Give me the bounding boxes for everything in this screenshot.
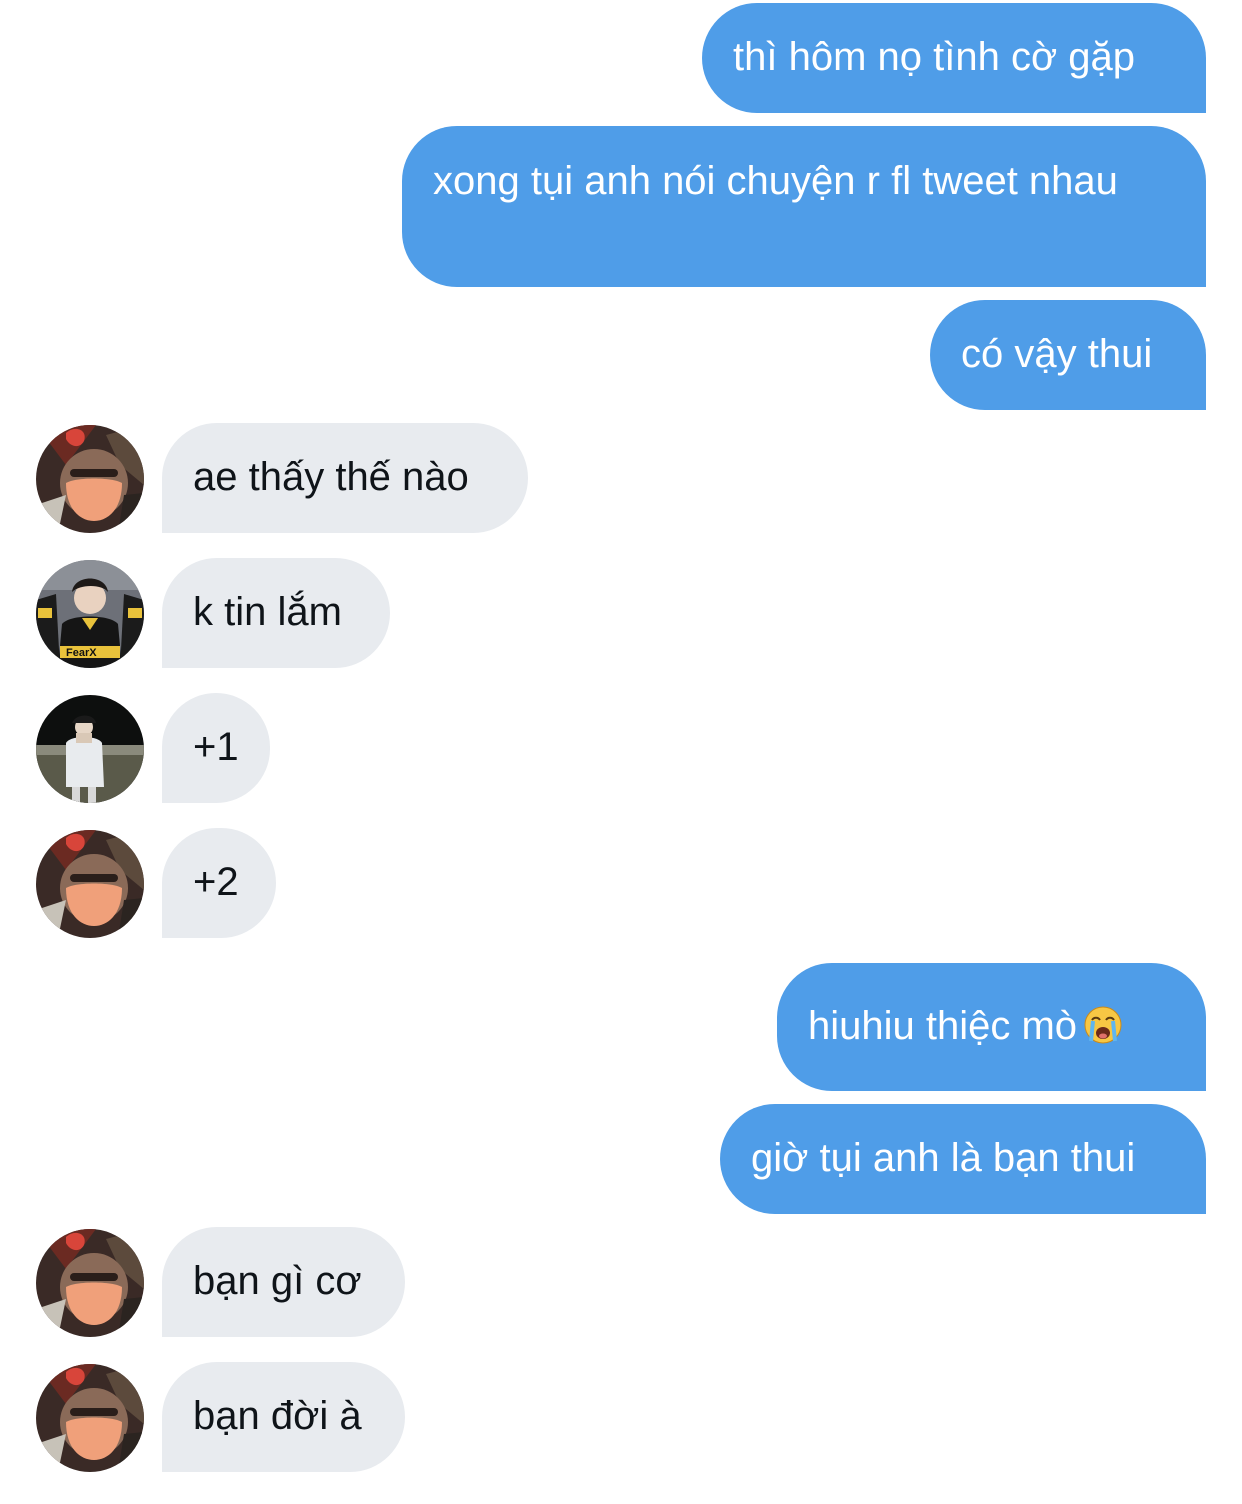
avatar-masked-user[interactable] (36, 1364, 144, 1472)
avatar-masked-user[interactable] (36, 1229, 144, 1337)
message-bubble-outgoing[interactable]: thì hôm nọ tình cờ gặp (702, 3, 1206, 113)
avatar-masked-user-image (36, 1229, 144, 1337)
avatar-fearx-user-image: FearX (36, 560, 144, 668)
avatar-masked-user[interactable] (36, 830, 144, 938)
message-bubble-outgoing[interactable]: giờ tụi anh là bạn thui (720, 1104, 1206, 1214)
avatar-fearx-user[interactable]: FearX (36, 560, 144, 668)
message-text: +2 (193, 860, 239, 904)
message-bubble-incoming[interactable]: k tin lắm (162, 558, 390, 668)
avatar-masked-user-image (36, 425, 144, 533)
message-text: +1 (193, 725, 239, 769)
message-text: có vậy thui (961, 332, 1153, 376)
message-text: hiuhiu thiệc mò (808, 1004, 1078, 1048)
message-bubble-incoming[interactable]: ae thấy thế nào (162, 423, 528, 533)
message-bubble-outgoing[interactable]: hiuhiu thiệc mò (777, 963, 1206, 1091)
loudly-crying-face-emoji (1083, 1005, 1123, 1045)
message-bubble-incoming[interactable]: bạn gì cơ (162, 1227, 405, 1337)
message-text: bạn đời à (193, 1394, 362, 1438)
avatar-night-user-image (36, 695, 144, 803)
avatar-night-user[interactable] (36, 695, 144, 803)
avatar-masked-user-image (36, 830, 144, 938)
avatar-masked-user-image (36, 1364, 144, 1472)
message-bubble-outgoing[interactable]: xong tụi anh nói chuyện r fl tweet nhau (402, 126, 1206, 287)
message-text: thì hôm nọ tình cờ gặp (733, 35, 1136, 79)
avatar-masked-user[interactable] (36, 425, 144, 533)
message-text: bạn gì cơ (193, 1259, 362, 1303)
message-text: ae thấy thế nào (193, 455, 469, 499)
message-bubble-incoming[interactable]: bạn đời à (162, 1362, 405, 1472)
message-text: xong tụi anh nói chuyện r fl tweet nhau (433, 159, 1118, 203)
message-bubble-incoming[interactable]: +2 (162, 828, 276, 938)
message-text: giờ tụi anh là bạn thui (751, 1136, 1136, 1180)
message-bubble-incoming[interactable]: +1 (162, 693, 270, 803)
fearx-badge: FearX (66, 647, 97, 659)
message-text: k tin lắm (193, 590, 342, 634)
message-bubble-outgoing[interactable]: có vậy thui (930, 300, 1206, 410)
